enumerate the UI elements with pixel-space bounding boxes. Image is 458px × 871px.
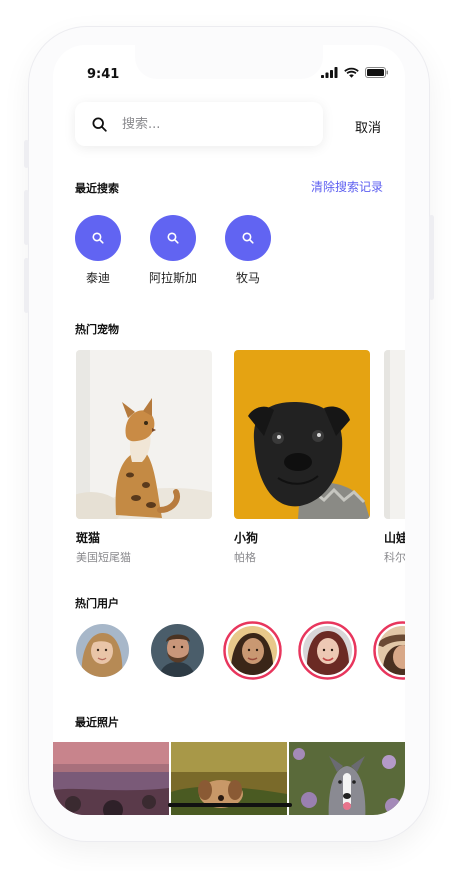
recent-search-label: 阿拉斯加	[148, 271, 197, 285]
recent-search-label: 泰迪	[85, 271, 110, 285]
pet-breed: 美国短尾猫	[76, 551, 131, 564]
recent-searches-title: 最近搜索	[75, 182, 119, 195]
cancel-button[interactable]: 取消	[355, 117, 381, 136]
user-avatar-story[interactable]	[373, 621, 405, 680]
home-indicator	[168, 803, 292, 807]
recent-search-item[interactable]: 泰迪	[63, 215, 133, 286]
pet-card[interactable]: 斑猫 美国短尾猫	[76, 350, 212, 565]
pet-name: 小狗	[234, 531, 259, 545]
search-icon	[167, 232, 179, 244]
recent-search-item[interactable]: 牧马	[213, 215, 283, 286]
pet-card[interactable]: 山娃 科尔	[384, 350, 405, 565]
battery-icon	[365, 67, 388, 78]
wifi-icon	[344, 67, 359, 78]
recent-photo-pitbull[interactable]	[289, 742, 405, 815]
recent-search-button[interactable]	[150, 215, 196, 261]
user-avatar[interactable]	[76, 624, 129, 677]
status-icons	[321, 67, 389, 78]
pet-photo-partial[interactable]	[384, 350, 405, 519]
pet-photo-pug[interactable]	[234, 350, 370, 519]
pet-name: 斑猫	[76, 531, 101, 545]
search-icon	[92, 232, 104, 244]
user-avatar-story[interactable]	[298, 621, 357, 680]
pet-breed: 科尔	[384, 551, 405, 564]
power-button	[429, 215, 434, 300]
recent-search-label: 牧马	[235, 271, 260, 285]
search-icon	[242, 232, 254, 244]
mute-switch	[24, 140, 29, 168]
recent-photo-sunset[interactable]	[53, 742, 169, 815]
status-time: 9:41	[87, 67, 120, 82]
recent-search-button[interactable]	[225, 215, 271, 261]
volume-up-button	[24, 190, 29, 245]
search-input[interactable]	[120, 115, 304, 133]
pet-name: 山娃	[384, 531, 405, 545]
search-icon	[92, 116, 107, 132]
pet-photo-cat[interactable]	[76, 350, 212, 519]
user-avatar-story[interactable]	[223, 621, 282, 680]
user-avatar[interactable]	[151, 624, 204, 677]
hot-pets-title: 热门宠物	[75, 323, 119, 336]
recent-photos-title: 最近照片	[75, 716, 119, 729]
pet-breed: 帕格	[234, 551, 256, 564]
search-bar[interactable]	[75, 102, 323, 146]
clear-history-link[interactable]: 清除搜索记录	[311, 178, 383, 195]
recent-search-item[interactable]: 阿拉斯加	[138, 215, 208, 286]
pet-card[interactable]: 小狗 帕格	[234, 350, 370, 565]
volume-down-button	[24, 258, 29, 313]
notch	[135, 45, 323, 79]
signal-icon	[321, 67, 338, 78]
hot-users-title: 热门用户	[75, 597, 119, 610]
app-screen: 9:41 取消 最近搜索 清除搜索记录	[53, 45, 405, 815]
recent-search-button[interactable]	[75, 215, 121, 261]
